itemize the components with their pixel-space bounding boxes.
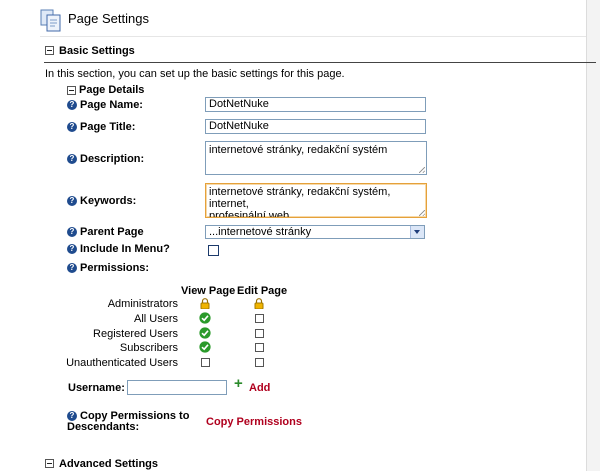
include-in-menu-label: Include In Menu? (80, 243, 170, 255)
parent-page-selected: ...internetové stránky (209, 226, 312, 238)
permissions-label: Permissions: (80, 262, 150, 274)
page-name-label: Page Name: (80, 99, 143, 111)
title-divider (40, 36, 586, 37)
expand-advanced-settings-icon[interactable] (45, 459, 54, 468)
basic-settings-divider (44, 62, 596, 63)
edit-permission-checkbox[interactable] (255, 358, 264, 367)
page-title-label: Page Title: (80, 121, 136, 133)
edit-page-column-header: Edit Page (237, 285, 288, 297)
description-textarea[interactable]: internetové stránky, redakční systém (205, 141, 427, 175)
granted-check-icon[interactable] (199, 327, 211, 339)
parent-page-label: Parent Page (80, 226, 144, 238)
add-user-link[interactable]: Add (249, 382, 270, 394)
page-details-label[interactable]: Page Details (79, 84, 144, 96)
collapse-basic-settings-icon[interactable] (45, 46, 54, 55)
role-label: All Users (133, 313, 178, 325)
help-icon[interactable]: ? (67, 196, 77, 206)
description-text: internetové stránky, redakční systém (209, 144, 388, 156)
view-permission-checkbox[interactable] (201, 358, 210, 367)
granted-check-icon[interactable] (199, 312, 211, 324)
basic-settings-label[interactable]: Basic Settings (59, 45, 135, 57)
chevron-down-icon[interactable] (410, 226, 424, 238)
collapse-page-details-icon[interactable] (67, 86, 76, 95)
role-label: Unauthenticated Users (66, 357, 178, 369)
copy-permissions-label-line2: Descendants: (67, 421, 140, 433)
lock-icon (254, 298, 264, 310)
help-icon[interactable]: ? (67, 411, 77, 421)
basic-settings-intro: In this section, you can set up the basi… (45, 68, 345, 80)
page-title-input[interactable]: DotNetNuke (205, 119, 426, 134)
page-name-input[interactable]: DotNetNuke (205, 97, 426, 112)
view-page-column-header: View Page (181, 285, 236, 297)
settings-panel: Page Settings Basic Settings In this sec… (0, 0, 596, 471)
help-icon[interactable]: ? (67, 227, 77, 237)
role-label: Registered Users (93, 328, 178, 340)
help-icon[interactable]: ? (67, 100, 77, 110)
add-plus-icon[interactable]: + (234, 376, 243, 391)
lock-icon (200, 298, 210, 310)
role-label: Administrators (107, 298, 178, 310)
keywords-line-2-rest: web (265, 210, 290, 218)
resize-handle-icon[interactable] (419, 210, 425, 216)
copy-permissions-link[interactable]: Copy Permissions (206, 416, 302, 428)
help-icon[interactable]: ? (67, 154, 77, 164)
edit-permission-checkbox[interactable] (255, 343, 264, 352)
username-input[interactable] (127, 380, 227, 395)
keywords-label: Keywords: (80, 195, 137, 207)
edit-permission-checkbox[interactable] (255, 329, 264, 338)
keywords-textarea[interactable]: internetové stránky, redakční systém, in… (205, 183, 427, 218)
parent-page-select[interactable]: ...internetové stránky (205, 225, 425, 239)
username-label: Username: (68, 382, 125, 394)
resize-handle-icon[interactable] (419, 167, 425, 173)
edit-permission-checkbox[interactable] (255, 314, 264, 323)
include-in-menu-checkbox[interactable] (208, 245, 219, 256)
help-icon[interactable]: ? (67, 263, 77, 273)
page-settings-icon (40, 9, 62, 33)
help-icon[interactable]: ? (67, 122, 77, 132)
page-title: Page Settings (68, 11, 149, 26)
keywords-line-1: internetové stránky, redakční systém, in… (209, 186, 391, 210)
granted-check-icon[interactable] (199, 341, 211, 353)
role-label: Subscribers (119, 342, 178, 354)
advanced-settings-label[interactable]: Advanced Settings (59, 458, 158, 470)
description-label: Description: (80, 153, 145, 165)
keywords-line-2: profesinální web (209, 210, 423, 218)
misspelled-word: profesinální (209, 210, 266, 218)
help-icon[interactable]: ? (67, 244, 77, 254)
